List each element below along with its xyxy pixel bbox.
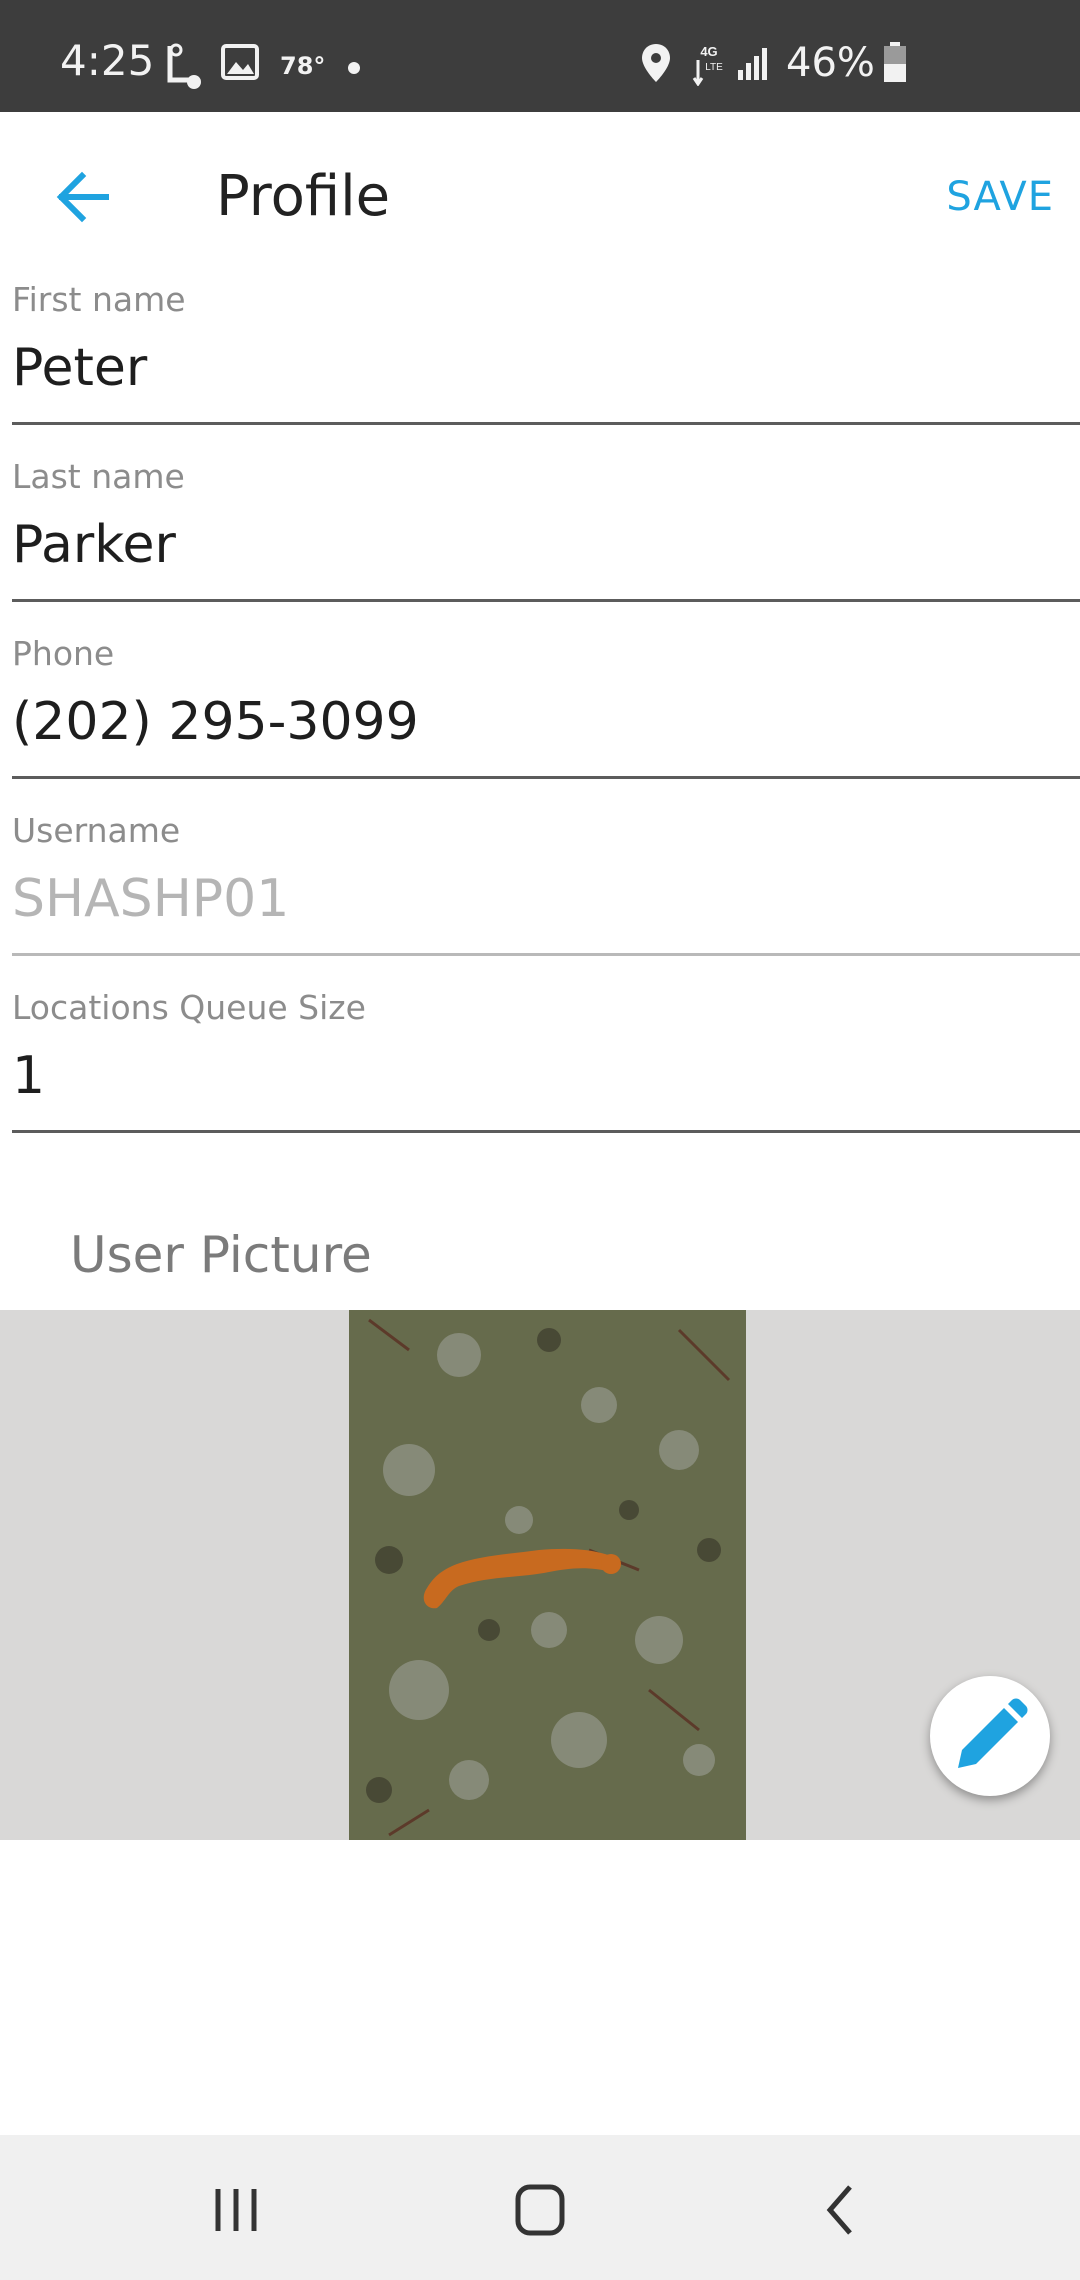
username-field: Username SHASHP01 xyxy=(12,811,1080,961)
phone-field[interactable]: Phone (202) 295-3099 xyxy=(12,634,1080,784)
navigation-b-icon xyxy=(162,42,204,94)
locations-queue-size-underline xyxy=(12,1130,1080,1133)
username-underline xyxy=(12,953,1080,956)
recents-icon xyxy=(215,2189,257,2231)
svg-text:LTE: LTE xyxy=(705,62,723,73)
locations-queue-size-field[interactable]: Locations Queue Size 1 xyxy=(12,988,1080,1138)
edit-picture-button[interactable] xyxy=(930,1676,1050,1796)
battery-percentage: 46% xyxy=(786,40,875,86)
status-bar: 4:25 78° 4G LTE 46% xyxy=(0,0,1080,112)
notification-dot-icon xyxy=(348,62,360,74)
status-temperature: 78° xyxy=(280,52,326,80)
4g-lte-icon: 4G LTE xyxy=(692,42,726,90)
user-picture-title: User Picture xyxy=(70,1226,372,1284)
pencil-icon xyxy=(958,1698,1028,1768)
last-name-underline xyxy=(12,599,1080,602)
system-navigation-bar xyxy=(0,2135,1080,2280)
svg-text:4G: 4G xyxy=(700,44,717,59)
arrow-left-icon xyxy=(56,171,109,223)
app-bar: Profile SAVE xyxy=(0,112,1080,278)
recents-button[interactable] xyxy=(198,2175,278,2245)
location-icon xyxy=(640,42,672,88)
first-name-label: First name xyxy=(12,280,186,319)
status-time: 4:25 xyxy=(60,36,155,85)
username-input: SHASHP01 xyxy=(12,869,290,929)
user-picture-container xyxy=(0,1310,1080,1840)
gallery-icon xyxy=(220,42,260,86)
home-button[interactable] xyxy=(500,2175,580,2245)
first-name-field[interactable]: First name Peter xyxy=(12,280,1080,430)
last-name-label: Last name xyxy=(12,457,185,496)
page-title: Profile xyxy=(216,164,391,229)
back-icon xyxy=(826,2185,852,2235)
last-name-input[interactable]: Parker xyxy=(12,515,176,575)
first-name-underline xyxy=(12,422,1080,425)
phone-label: Phone xyxy=(12,634,115,673)
battery-icon xyxy=(882,42,908,88)
last-name-field[interactable]: Last name Parker xyxy=(12,457,1080,607)
back-arrow-button[interactable] xyxy=(50,162,120,232)
username-label: Username xyxy=(12,811,181,850)
phone-underline xyxy=(12,776,1080,779)
signal-icon xyxy=(736,42,772,86)
nav-back-button[interactable] xyxy=(800,2175,880,2245)
user-picture-image[interactable] xyxy=(349,1310,746,1840)
first-name-input[interactable]: Peter xyxy=(12,338,147,398)
locations-queue-size-label: Locations Queue Size xyxy=(12,988,366,1027)
phone-input[interactable]: (202) 295-3099 xyxy=(12,692,419,752)
locations-queue-size-input[interactable]: 1 xyxy=(12,1046,45,1106)
save-button[interactable]: SAVE xyxy=(946,174,1054,220)
home-icon xyxy=(515,2184,565,2236)
